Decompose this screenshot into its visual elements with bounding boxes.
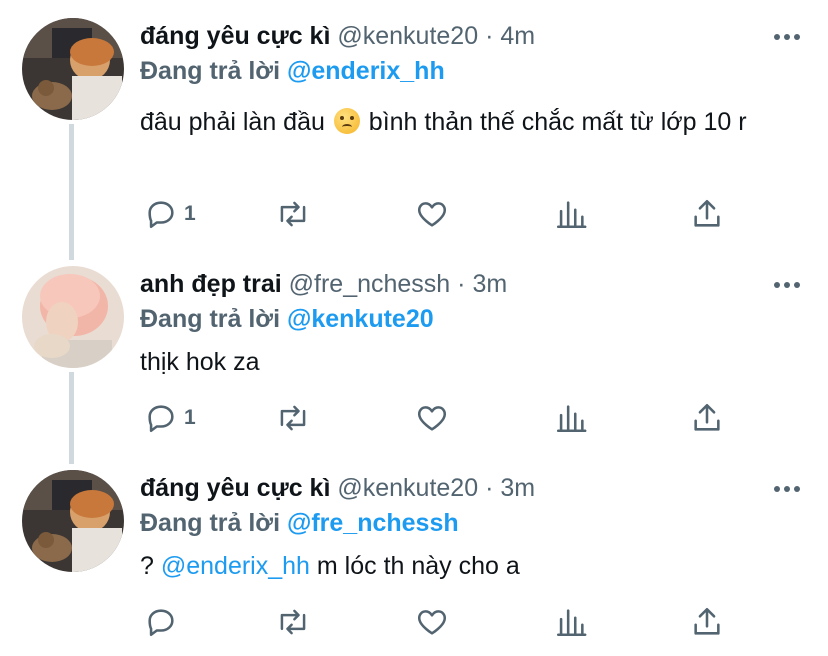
tweet[interactable]: đáng yêu cực kì @kenkute20 · 4m Đang trả… [0,0,828,256]
tweet[interactable]: đáng yêu cực kì @kenkute20 · 3m Đang trả… [0,460,828,656]
replying-to-label: Đang trả lời [140,305,281,333]
reply-count: 1 [184,406,196,429]
avatar[interactable] [22,266,124,368]
mention-link[interactable]: @fre_nchessh [287,509,459,537]
display-name[interactable]: đáng yêu cực kì [140,22,330,50]
analytics-icon [556,405,587,433]
reply-button[interactable]: 1 [144,398,196,438]
analytics-button[interactable] [554,398,588,438]
display-name[interactable]: anh đẹp trai [140,270,282,298]
reply-icon [148,609,174,637]
share-button[interactable] [690,398,724,438]
more-options-icon[interactable] [770,275,804,295]
reply-button[interactable] [144,602,184,642]
share-icon [694,403,720,431]
share-button[interactable] [690,602,724,642]
heart-icon [417,610,447,635]
mention-link[interactable]: @enderix_hh [161,552,310,580]
more-options-icon[interactable] [770,479,804,499]
mention-link[interactable]: @kenkute20 [287,305,434,333]
retweet-icon [280,609,306,635]
tweet-text-part: đâu phải làn đầu [140,108,325,136]
like-button[interactable] [415,602,449,642]
display-name[interactable]: đáng yêu cực kì [140,474,330,502]
separator: · [457,270,466,298]
user-handle[interactable]: @kenkute20 [337,474,478,502]
user-handle[interactable]: @kenkute20 [337,22,478,50]
analytics-button[interactable] [554,194,588,234]
avatar[interactable] [22,470,124,572]
timestamp[interactable]: 3m [500,474,535,502]
more-options-icon[interactable] [770,27,804,47]
share-icon [694,199,720,227]
tweet-text-part: ? [140,552,161,580]
tweet-text: đâu phải làn đầu bình thản thế chắc mất … [140,102,800,142]
separator: · [485,474,494,502]
avatar[interactable] [22,18,124,120]
tweet-text-part: bình thản thế chắc mất từ lớp 10 r [368,108,747,136]
heart-icon [417,406,447,431]
separator: · [485,22,494,50]
like-button[interactable] [415,194,449,234]
retweet-button[interactable] [275,194,311,234]
reply-button[interactable]: 1 [144,194,196,234]
analytics-button[interactable] [554,602,588,642]
retweet-icon [280,405,306,431]
analytics-icon [556,609,587,637]
persevering-face-emoji [333,108,360,134]
user-handle[interactable]: @fre_nchessh [289,270,451,298]
reply-icon [148,201,174,229]
timestamp[interactable]: 4m [500,22,535,50]
timestamp[interactable]: 3m [472,270,507,298]
share-button[interactable] [690,194,724,234]
share-icon [694,607,720,635]
mention-link[interactable]: @enderix_hh [287,57,445,85]
tweet[interactable]: anh đẹp trai @fre_nchessh · 3m Đang trả … [0,256,828,460]
tweet-text-part: m lóc th này cho a [309,552,520,580]
tweet-text: ? @enderix_hh m lóc th này cho a [140,546,800,586]
reply-icon [148,405,174,433]
replying-to-label: Đang trả lời [140,57,281,85]
like-button[interactable] [415,398,449,438]
retweet-icon [280,201,306,227]
analytics-icon [556,201,587,229]
reply-count: 1 [184,202,196,225]
heart-icon [417,202,447,227]
replying-to-label: Đang trả lời [140,509,281,537]
retweet-button[interactable] [275,398,311,438]
tweet-text: thịk hok za [140,348,260,376]
retweet-button[interactable] [275,602,311,642]
